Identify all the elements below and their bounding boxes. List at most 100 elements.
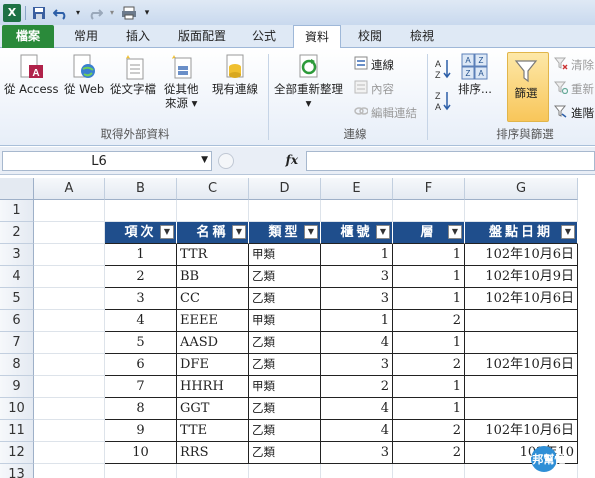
- filter-dropdown-icon[interactable]: ▼: [561, 225, 575, 239]
- row-header-11[interactable]: 11: [0, 420, 34, 442]
- from-text-button[interactable]: 從文字檔: [110, 52, 156, 96]
- tab-data[interactable]: 資料: [293, 25, 341, 49]
- table-cell[interactable]: RRS: [177, 442, 249, 464]
- sort-descending-button[interactable]: ZA: [434, 90, 452, 112]
- row-header-13[interactable]: 13: [0, 464, 34, 478]
- cell[interactable]: [34, 200, 105, 222]
- table-cell[interactable]: 4: [321, 420, 393, 442]
- quick-print-icon[interactable]: [120, 4, 138, 22]
- table-cell[interactable]: 3: [321, 266, 393, 288]
- row-header-8[interactable]: 8: [0, 354, 34, 376]
- column-header-b[interactable]: B: [105, 178, 177, 200]
- table-cell[interactable]: 1: [393, 288, 465, 310]
- table-cell[interactable]: 10: [105, 442, 177, 464]
- cell[interactable]: [34, 222, 105, 244]
- select-all-corner[interactable]: [0, 178, 34, 200]
- table-cell[interactable]: 1: [393, 332, 465, 354]
- row-header-12[interactable]: 12: [0, 442, 34, 464]
- cell[interactable]: [177, 464, 249, 478]
- cell[interactable]: [34, 464, 105, 478]
- table-cell[interactable]: TTR: [177, 244, 249, 266]
- table-cell[interactable]: GGT: [177, 398, 249, 420]
- cell[interactable]: [177, 200, 249, 222]
- sort-button[interactable]: AZZA 排序...: [458, 52, 492, 96]
- table-cell[interactable]: 102年10月6日: [465, 420, 578, 442]
- table-cell[interactable]: 甲類: [249, 376, 321, 398]
- cell[interactable]: [249, 200, 321, 222]
- table-cell[interactable]: 2: [105, 266, 177, 288]
- cell[interactable]: [34, 442, 105, 464]
- chevron-down-icon[interactable]: ▾: [74, 4, 82, 22]
- chevron-down-icon[interactable]: ▾: [108, 4, 116, 22]
- tab-page-layout[interactable]: 版面配置: [166, 25, 238, 48]
- undo-icon[interactable]: [52, 4, 70, 22]
- tab-home[interactable]: 常用: [62, 25, 110, 48]
- customize-qat-icon[interactable]: ▾: [142, 4, 152, 22]
- table-cell[interactable]: 2: [393, 442, 465, 464]
- advanced-filter-button[interactable]: 進階: [553, 104, 594, 121]
- cell[interactable]: [393, 464, 465, 478]
- table-cell[interactable]: 2: [393, 354, 465, 376]
- existing-connections-button[interactable]: 現有連線: [212, 52, 258, 96]
- table-cell[interactable]: 2: [393, 310, 465, 332]
- table-cell[interactable]: 4: [105, 310, 177, 332]
- chevron-down-icon[interactable]: ▼: [201, 155, 208, 165]
- table-cell[interactable]: HHRH: [177, 376, 249, 398]
- table-cell[interactable]: 1: [393, 266, 465, 288]
- column-header-a[interactable]: A: [34, 178, 105, 200]
- column-header-f[interactable]: F: [393, 178, 465, 200]
- table-cell[interactable]: 4: [321, 332, 393, 354]
- filter-button-label[interactable]: 篩選: [512, 56, 540, 100]
- table-cell[interactable]: [465, 310, 578, 332]
- cell[interactable]: [465, 200, 578, 222]
- table-cell[interactable]: 2: [321, 376, 393, 398]
- table-cell[interactable]: 8: [105, 398, 177, 420]
- table-cell[interactable]: TTE: [177, 420, 249, 442]
- sort-ascending-button[interactable]: AZ: [434, 58, 452, 80]
- table-cell[interactable]: 6: [105, 354, 177, 376]
- refresh-all-button[interactable]: 全部重新整理 ▾: [274, 52, 343, 110]
- table-cell[interactable]: 102年10月6日: [465, 288, 578, 310]
- header-type[interactable]: 類型 ▼: [249, 222, 321, 244]
- row-header-5[interactable]: 5: [0, 288, 34, 310]
- properties-button[interactable]: 內容: [354, 80, 394, 97]
- table-cell[interactable]: 2: [393, 420, 465, 442]
- table-cell[interactable]: 3: [321, 354, 393, 376]
- table-cell[interactable]: [465, 398, 578, 420]
- table-cell[interactable]: AASD: [177, 332, 249, 354]
- table-cell[interactable]: 9: [105, 420, 177, 442]
- filter-dropdown-icon[interactable]: ▼: [304, 225, 318, 239]
- table-cell[interactable]: [465, 376, 578, 398]
- table-cell[interactable]: EEEE: [177, 310, 249, 332]
- from-access-button[interactable]: A 從 Access: [4, 52, 59, 96]
- save-icon[interactable]: [30, 4, 48, 22]
- column-header-d[interactable]: D: [249, 178, 321, 200]
- cell[interactable]: [105, 200, 177, 222]
- redo-icon[interactable]: [86, 4, 104, 22]
- cell[interactable]: [34, 420, 105, 442]
- row-header-7[interactable]: 7: [0, 332, 34, 354]
- header-name[interactable]: 名稱 ▼: [177, 222, 249, 244]
- tab-file[interactable]: 檔案: [2, 25, 54, 48]
- insert-function-icon[interactable]: fx: [286, 153, 298, 167]
- expand-handle[interactable]: [218, 153, 234, 169]
- tab-review[interactable]: 校閱: [346, 25, 394, 48]
- from-web-button[interactable]: 從 Web: [64, 52, 104, 96]
- table-cell[interactable]: BB: [177, 266, 249, 288]
- row-header-3[interactable]: 3: [0, 244, 34, 266]
- table-cell[interactable]: 102年10月9日: [465, 266, 578, 288]
- filter-dropdown-icon[interactable]: ▼: [232, 225, 246, 239]
- row-header-9[interactable]: 9: [0, 376, 34, 398]
- cell[interactable]: [393, 200, 465, 222]
- table-cell[interactable]: 乙類: [249, 420, 321, 442]
- cell[interactable]: [34, 244, 105, 266]
- cell[interactable]: [34, 354, 105, 376]
- table-cell[interactable]: CC: [177, 288, 249, 310]
- cell[interactable]: [34, 398, 105, 420]
- connections-button[interactable]: 連線: [354, 56, 394, 73]
- table-cell[interactable]: 乙類: [249, 266, 321, 288]
- header-level[interactable]: 層 ▼: [393, 222, 465, 244]
- cell[interactable]: [321, 200, 393, 222]
- cell[interactable]: [34, 266, 105, 288]
- row-header-2[interactable]: 2: [0, 222, 34, 244]
